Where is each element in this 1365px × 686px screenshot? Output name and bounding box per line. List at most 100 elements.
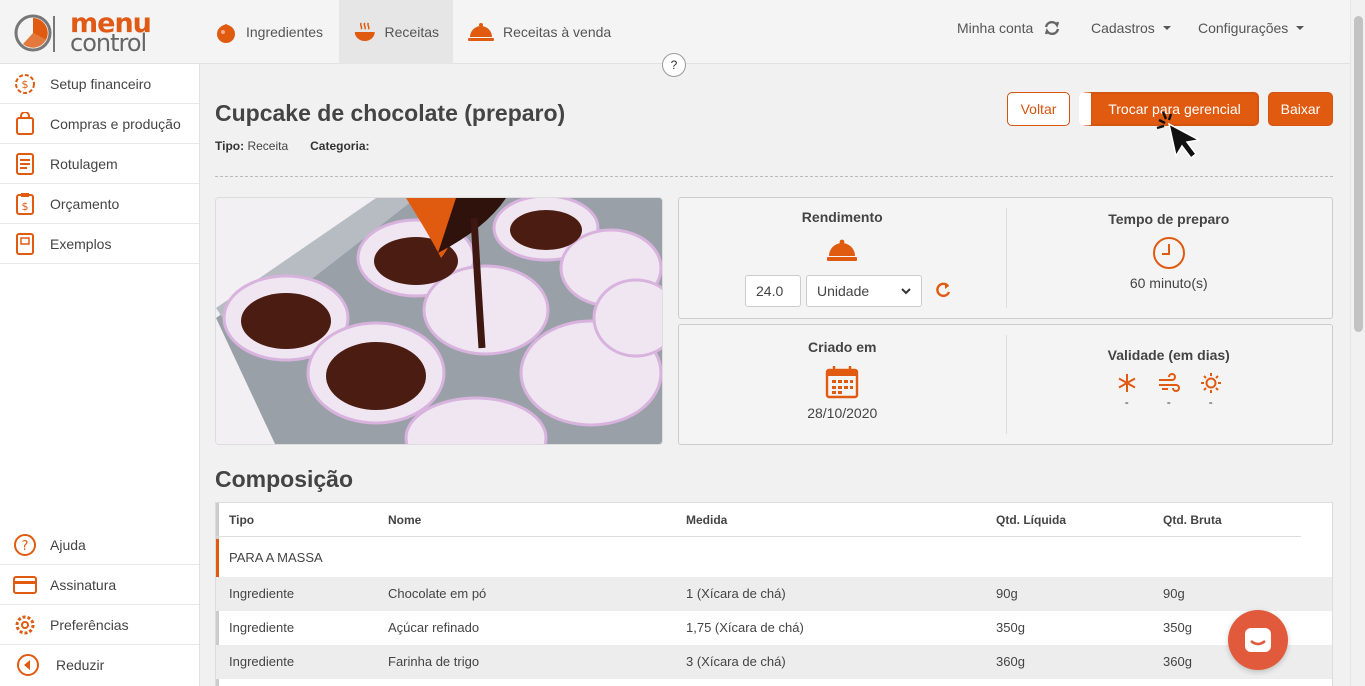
recipe-meta: Tipo: Receita Categoria: (215, 139, 369, 153)
sidebar-item-ajuda[interactable]: ? Ajuda (0, 525, 199, 565)
sidebar-item-reduzir[interactable]: Reduzir (0, 645, 199, 685)
svg-text:?: ? (22, 539, 29, 554)
sidebar: $ Setup financeiro Compras e produção Ro… (0, 64, 200, 686)
download-button[interactable]: Baixar (1268, 92, 1333, 126)
table-header: Tipo Nome Medida Qtd. Líquida Qtd. Bruta (216, 503, 1301, 537)
table-row[interactable]: Ingrediente Farinha de trigo 3 (Xícara d… (216, 645, 1332, 679)
header-qtd-liquida: Qtd. Líquida (996, 513, 1066, 527)
configuracoes-label: Configurações (1198, 20, 1289, 36)
yield-unit-value: Unidade (817, 283, 870, 299)
gear-icon (15, 615, 35, 634)
tipo-field: Tipo: Receita (215, 139, 289, 153)
prep-time-section: Tempo de preparo 60 minuto(s) (1006, 198, 1333, 318)
main-content: Cupcake de chocolate (preparo) Tipo: Rec… (200, 64, 1350, 686)
validity-label: Validade (em dias) (1107, 347, 1230, 363)
table-group-row: PARA A MASSA (216, 539, 1332, 577)
validity-fridge: - (1158, 373, 1180, 408)
question-icon: ? (14, 533, 36, 556)
page-scrollbar[interactable] (1350, 0, 1365, 686)
cadastros-dropdown[interactable]: Cadastros (1091, 20, 1171, 36)
composition-title: Composição (215, 466, 354, 492)
tab-ingredientes-label: Ingredientes (246, 24, 324, 40)
validity-values: - - - (1006, 373, 1333, 408)
chevron-down-icon (901, 288, 911, 295)
logo-mark-icon (14, 14, 55, 52)
sidebar-item-orcamento[interactable]: $ Orçamento (0, 184, 199, 224)
bowl-icon (354, 22, 375, 42)
yield-quantity-input[interactable]: 24.0 (745, 275, 801, 307)
cupcake-batter-image (216, 198, 662, 444)
table-row[interactable]: Ingrediente Chocolate em pó 1 (Xícara de… (216, 577, 1332, 611)
cloche-icon (468, 23, 494, 41)
sidebar-item-setup-financeiro[interactable]: $ Setup financeiro (0, 64, 199, 104)
header-tipo: Tipo (229, 513, 255, 527)
reload-icon[interactable] (934, 281, 952, 299)
label-icon (16, 152, 34, 175)
yield-label: Rendimento (801, 209, 883, 225)
validity-section: Validade (em dias) - - - (1006, 325, 1333, 444)
back-button[interactable]: Voltar (1007, 92, 1070, 126)
logo-text-control: control (70, 29, 147, 57)
created-section: Criado em 28/10/2020 (679, 325, 1006, 444)
created-date: 28/10/2020 (807, 405, 878, 421)
chevron-down-icon (1162, 26, 1171, 30)
tomato-icon (217, 24, 235, 43)
scrollbar-thumb[interactable] (1354, 16, 1363, 332)
cursor-click-icon (1156, 111, 1202, 160)
page-title: Cupcake de chocolate (preparo) (215, 100, 566, 126)
tab-receitas-label: Receitas (384, 24, 439, 40)
yield-time-card: Rendimento 24.0 Unidade Tempo de preparo… (678, 197, 1333, 319)
book-icon (16, 232, 34, 255)
chevron-down-icon (1296, 26, 1305, 30)
sidebar-item-rotulagem[interactable]: Rotulagem (0, 144, 199, 184)
sidebar-item-label: Setup financeiro (50, 75, 152, 92)
tab-ingredientes[interactable]: Ingredientes (200, 0, 337, 64)
brand-logo[interactable]: menu control (14, 8, 154, 57)
sidebar-item-preferencias[interactable]: Preferências (0, 605, 199, 645)
chat-widget-button[interactable] (1228, 610, 1288, 670)
categoria-field: Categoria: (310, 139, 370, 153)
credit-card-icon (13, 575, 37, 594)
sidebar-item-label: Compras e produção (50, 115, 181, 132)
yield-section: Rendimento 24.0 Unidade (679, 198, 1006, 318)
sidebar-item-exemplos[interactable]: Exemplos (0, 224, 199, 264)
configuracoes-dropdown[interactable]: Configurações (1198, 20, 1305, 36)
sidebar-item-compras[interactable]: Compras e produção (0, 104, 199, 144)
recipe-photo (215, 197, 663, 445)
header-qtd-bruta: Qtd. Bruta (1163, 513, 1222, 527)
sidebar-item-label: Exemplos (50, 235, 112, 252)
account-menu[interactable]: Minha conta (957, 20, 1061, 36)
header-medida: Medida (686, 513, 728, 527)
cloche-icon (827, 239, 858, 261)
validity-freezer: - (1116, 373, 1138, 408)
tab-receitas-a-venda[interactable]: Receitas à venda (453, 0, 625, 64)
cadastros-label: Cadastros (1091, 20, 1155, 36)
sidebar-item-label: Reduzir (56, 657, 105, 673)
sidebar-item-label: Rotulagem (50, 155, 118, 172)
prep-time-value: 60 minuto(s) (1129, 275, 1208, 291)
chat-icon (1245, 628, 1271, 652)
group-name: PARA A MASSA (229, 550, 323, 565)
yield-unit-select[interactable]: Unidade (806, 275, 922, 307)
table-row[interactable]: Ingrediente Açúcar refinado 1,75 (Xícara… (216, 611, 1332, 645)
composition-table: Tipo Nome Medida Qtd. Líquida Qtd. Bruta… (215, 502, 1333, 686)
svg-text:$: $ (22, 200, 29, 213)
shopping-bag-icon (16, 111, 34, 135)
prep-time-label: Tempo de preparo (1108, 211, 1230, 227)
clipboard-dollar-icon: $ (16, 192, 34, 215)
sidebar-item-assinatura[interactable]: Assinatura (0, 565, 199, 605)
collapse-left-icon (17, 654, 39, 676)
clock-icon (1152, 237, 1185, 269)
sidebar-item-label: Orçamento (50, 195, 120, 212)
sidebar-item-label: Ajuda (50, 536, 86, 553)
snowflake-icon (1118, 374, 1136, 392)
header-nome: Nome (388, 513, 422, 527)
account-label: Minha conta (957, 20, 1034, 36)
validity-ambient: - (1200, 373, 1222, 408)
tab-receitas[interactable]: Receitas (339, 0, 453, 64)
dollar-gear-icon: $ (15, 73, 35, 94)
created-validity-card: Criado em 28/10/2020 Validade (em dias) … (678, 324, 1333, 445)
created-label: Criado em (808, 339, 877, 355)
wind-icon (1158, 373, 1180, 392)
tab-receitas-a-venda-label: Receitas à venda (503, 24, 612, 40)
